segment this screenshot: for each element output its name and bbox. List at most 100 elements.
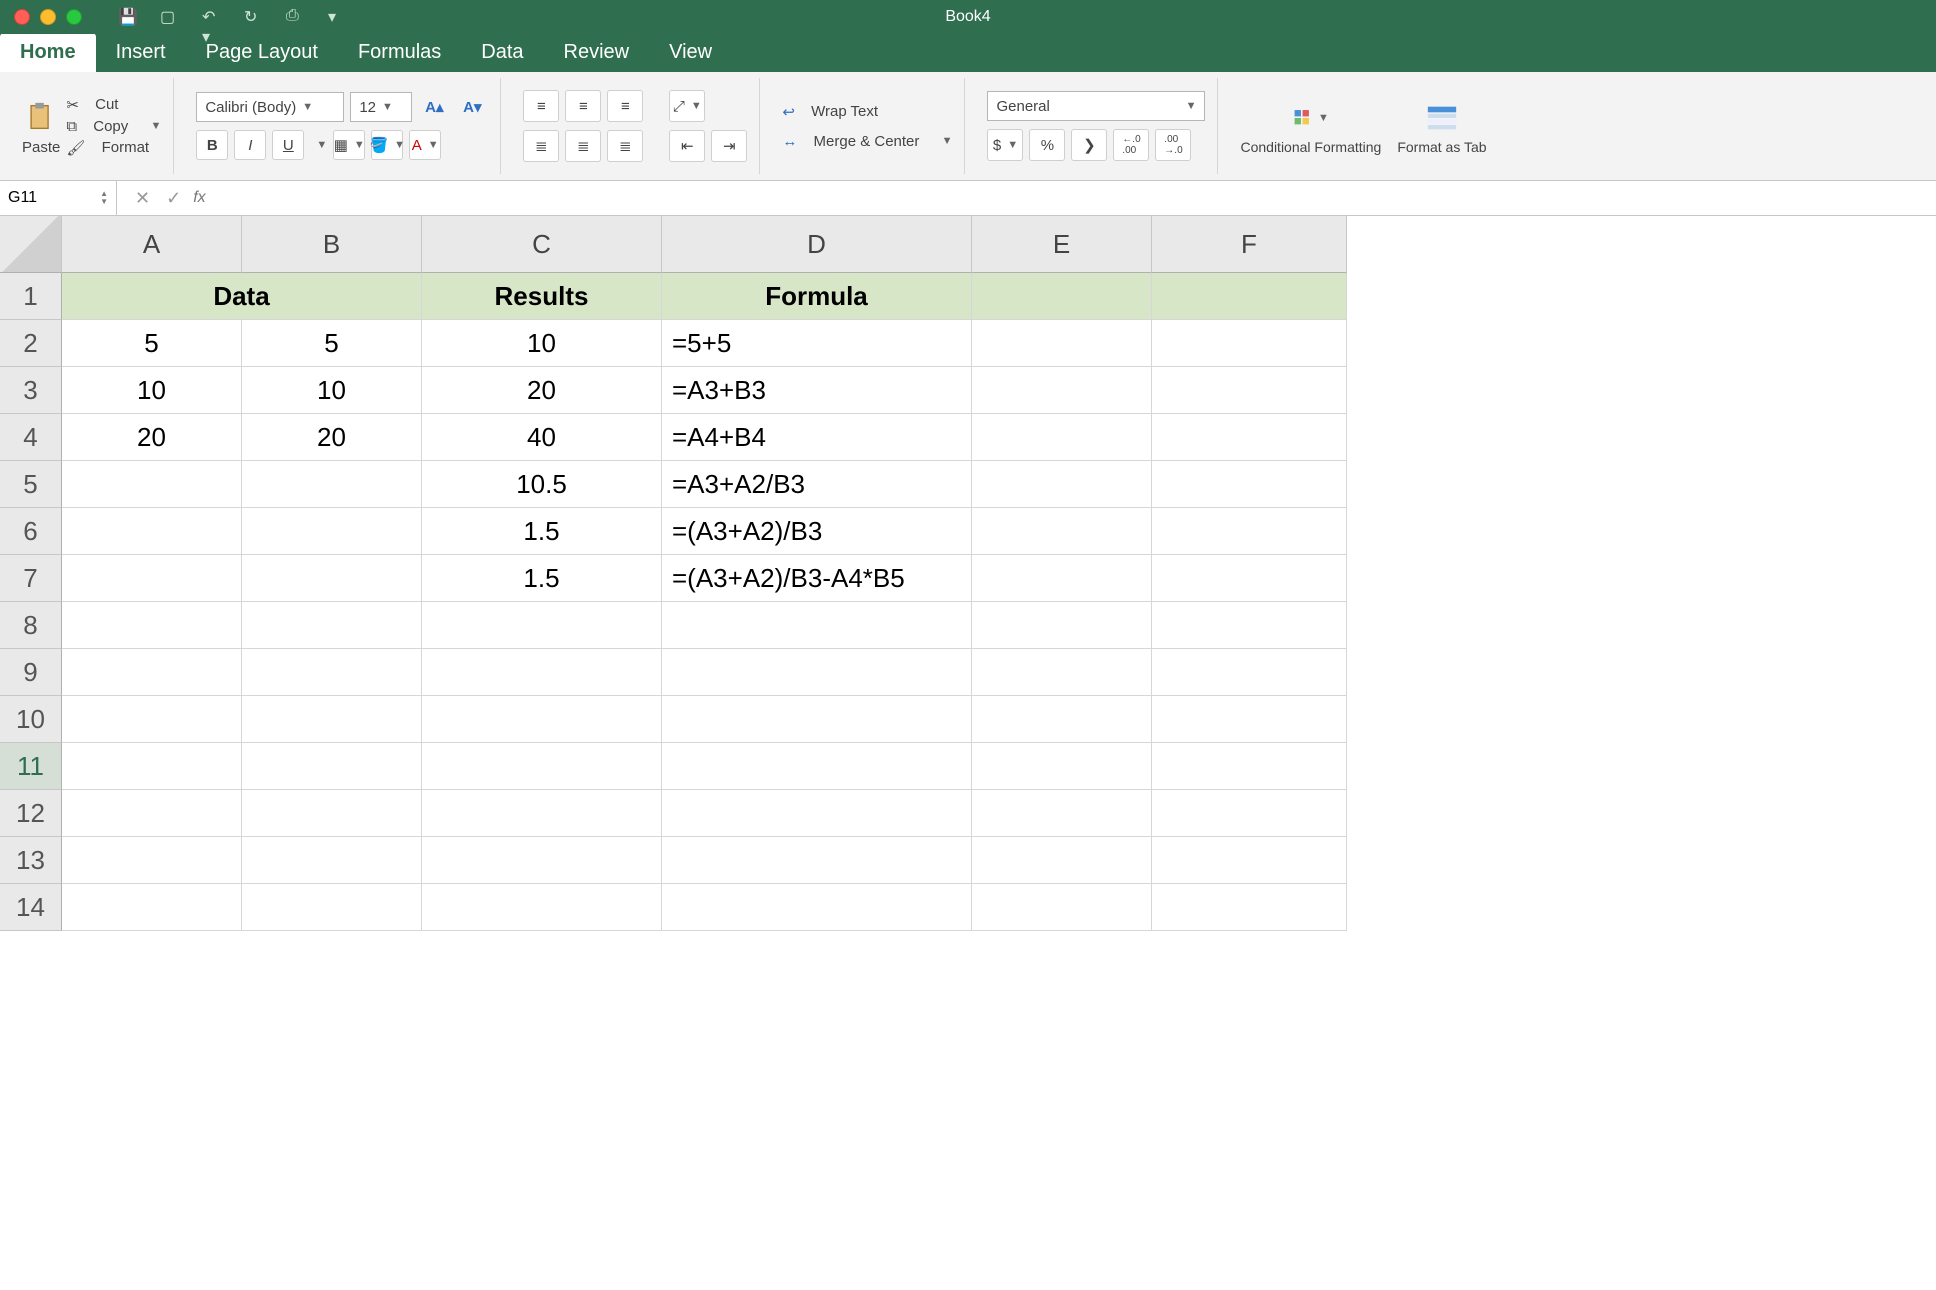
cell-F4[interactable] <box>1152 414 1347 461</box>
cell-C4[interactable]: 40 <box>422 414 662 461</box>
cell-B14[interactable] <box>242 884 422 931</box>
increase-decimal-button[interactable]: ←.0.00 <box>1113 129 1149 161</box>
cell-C2[interactable]: 10 <box>422 320 662 367</box>
row-header-6[interactable]: 6 <box>0 508 62 555</box>
cell-E10[interactable] <box>972 696 1152 743</box>
cell-E8[interactable] <box>972 602 1152 649</box>
cell-F3[interactable] <box>1152 367 1347 414</box>
cell-A6[interactable] <box>62 508 242 555</box>
cell-D12[interactable] <box>662 790 972 837</box>
cell-D3[interactable]: =A3+B3 <box>662 367 972 414</box>
align-left-button[interactable]: ≣ <box>523 130 559 162</box>
cell-C5[interactable]: 10.5 <box>422 461 662 508</box>
cell-F5[interactable] <box>1152 461 1347 508</box>
column-header-F[interactable]: F <box>1152 216 1347 273</box>
tab-home[interactable]: Home <box>0 33 96 72</box>
cell-F10[interactable] <box>1152 696 1347 743</box>
cell-E5[interactable] <box>972 461 1152 508</box>
row-header-5[interactable]: 5 <box>0 461 62 508</box>
column-header-B[interactable]: B <box>242 216 422 273</box>
row-header-3[interactable]: 3 <box>0 367 62 414</box>
align-middle-button[interactable]: ≡ <box>565 90 601 122</box>
decrease-font-button[interactable]: A▾ <box>456 92 488 122</box>
cell-B2[interactable]: 5 <box>242 320 422 367</box>
cell-E14[interactable] <box>972 884 1152 931</box>
cell-B6[interactable] <box>242 508 422 555</box>
bold-button[interactable]: B <box>196 130 228 160</box>
row-header-9[interactable]: 9 <box>0 649 62 696</box>
tab-data[interactable]: Data <box>461 33 543 72</box>
cell-E1[interactable] <box>972 273 1152 320</box>
paste-button[interactable]: Paste <box>22 97 60 156</box>
cell-C12[interactable] <box>422 790 662 837</box>
format-as-table-button[interactable]: Format as Tab <box>1397 98 1486 154</box>
fill-color-button[interactable]: 🪣▼ <box>371 130 403 160</box>
cell-D14[interactable] <box>662 884 972 931</box>
cell-F13[interactable] <box>1152 837 1347 884</box>
underline-button[interactable]: U <box>272 130 304 160</box>
cell-D2[interactable]: =5+5 <box>662 320 972 367</box>
cell-B9[interactable] <box>242 649 422 696</box>
row-header-8[interactable]: 8 <box>0 602 62 649</box>
cell-B11[interactable] <box>242 743 422 790</box>
print-icon[interactable]: ⎙ <box>286 7 306 27</box>
cell-F1[interactable] <box>1152 273 1347 320</box>
cell-A8[interactable] <box>62 602 242 649</box>
cell-F12[interactable] <box>1152 790 1347 837</box>
align-top-button[interactable]: ≡ <box>523 90 559 122</box>
cell-E11[interactable] <box>972 743 1152 790</box>
cell-C1[interactable]: Results <box>422 273 662 320</box>
row-header-13[interactable]: 13 <box>0 837 62 884</box>
fx-icon[interactable]: fx <box>193 189 205 207</box>
row-header-11[interactable]: 11 <box>0 743 62 790</box>
cell-E6[interactable] <box>972 508 1152 555</box>
cell-E2[interactable] <box>972 320 1152 367</box>
cell-F14[interactable] <box>1152 884 1347 931</box>
cell-A5[interactable] <box>62 461 242 508</box>
cell-B8[interactable] <box>242 602 422 649</box>
row-header-7[interactable]: 7 <box>0 555 62 602</box>
align-bottom-button[interactable]: ≡ <box>607 90 643 122</box>
tab-insert[interactable]: Insert <box>96 33 186 72</box>
cell-C9[interactable] <box>422 649 662 696</box>
cell-E13[interactable] <box>972 837 1152 884</box>
name-box[interactable]: G11 ▲▼ <box>0 181 117 215</box>
cell-A7[interactable] <box>62 555 242 602</box>
cell-D7[interactable]: =(A3+A2)/B3-A4*B5 <box>662 555 972 602</box>
cell-B4[interactable]: 20 <box>242 414 422 461</box>
cell-E9[interactable] <box>972 649 1152 696</box>
font-name-dropdown[interactable]: Calibri (Body)▼ <box>196 92 344 122</box>
decrease-decimal-button[interactable]: .00→.0 <box>1155 129 1191 161</box>
row-header-2[interactable]: 2 <box>0 320 62 367</box>
cell-D10[interactable] <box>662 696 972 743</box>
cell-F6[interactable] <box>1152 508 1347 555</box>
font-size-dropdown[interactable]: 12▼ <box>350 92 412 122</box>
cell-B10[interactable] <box>242 696 422 743</box>
tab-formulas[interactable]: Formulas <box>338 33 461 72</box>
save-icon[interactable]: 💾 <box>118 7 138 27</box>
cell-E3[interactable] <box>972 367 1152 414</box>
cell-D4[interactable]: =A4+B4 <box>662 414 972 461</box>
increase-indent-button[interactable]: ⇥ <box>711 130 747 162</box>
cancel-formula-button[interactable]: ✕ <box>135 188 150 209</box>
cell-F11[interactable] <box>1152 743 1347 790</box>
namebox-down-icon[interactable]: ▼ <box>100 198 108 206</box>
cell-C3[interactable]: 20 <box>422 367 662 414</box>
cell-D1[interactable]: Formula <box>662 273 972 320</box>
column-header-C[interactable]: C <box>422 216 662 273</box>
merge-center-button[interactable]: ↔ Merge & Center ▼ <box>782 133 952 150</box>
cell-F8[interactable] <box>1152 602 1347 649</box>
close-window-button[interactable] <box>14 9 30 25</box>
font-color-button[interactable]: A▼ <box>409 130 441 160</box>
select-all-corner[interactable] <box>0 216 62 273</box>
row-header-14[interactable]: 14 <box>0 884 62 931</box>
increase-font-button[interactable]: A▴ <box>418 92 450 122</box>
cell-E4[interactable] <box>972 414 1152 461</box>
cell-B5[interactable] <box>242 461 422 508</box>
cut-button[interactable]: ✂︎ Cut <box>66 96 161 114</box>
cell-B3[interactable]: 10 <box>242 367 422 414</box>
customize-qat-icon[interactable]: ▾ <box>328 7 348 27</box>
undo-icon[interactable]: ↶ ▾ <box>202 7 222 27</box>
cell-D5[interactable]: =A3+A2/B3 <box>662 461 972 508</box>
cell-D8[interactable] <box>662 602 972 649</box>
